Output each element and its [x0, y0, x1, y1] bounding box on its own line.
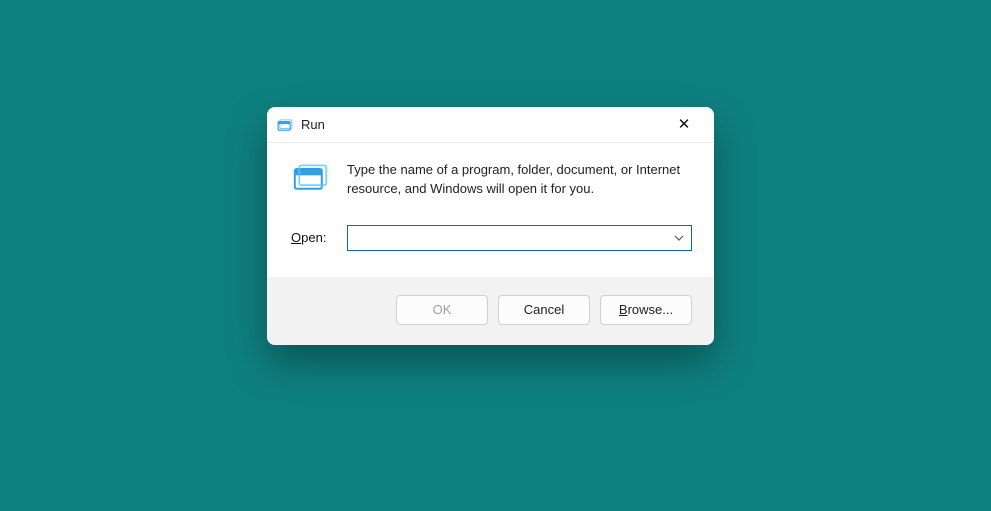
- dialog-content: Type the name of a program, folder, docu…: [267, 143, 714, 277]
- dialog-title: Run: [301, 117, 662, 132]
- description-text: Type the name of a program, folder, docu…: [347, 161, 692, 199]
- open-combobox[interactable]: [347, 225, 692, 251]
- run-icon: [293, 163, 329, 193]
- cancel-button[interactable]: Cancel: [498, 295, 590, 325]
- browse-button[interactable]: Browse...: [600, 295, 692, 325]
- open-input[interactable]: [348, 226, 667, 250]
- titlebar: Run ✕: [267, 107, 714, 143]
- ok-button[interactable]: OK: [396, 295, 488, 325]
- close-icon: ✕: [678, 117, 691, 132]
- close-button[interactable]: ✕: [662, 110, 706, 140]
- run-dialog: Run ✕ Type the name of a program, folder…: [267, 107, 714, 345]
- dialog-footer: OK Cancel Browse...: [267, 277, 714, 345]
- open-row: Open:: [289, 225, 692, 251]
- run-title-icon: [277, 119, 293, 131]
- description-row: Type the name of a program, folder, docu…: [289, 161, 692, 199]
- chevron-down-icon[interactable]: [667, 235, 691, 241]
- open-label: Open:: [291, 230, 335, 245]
